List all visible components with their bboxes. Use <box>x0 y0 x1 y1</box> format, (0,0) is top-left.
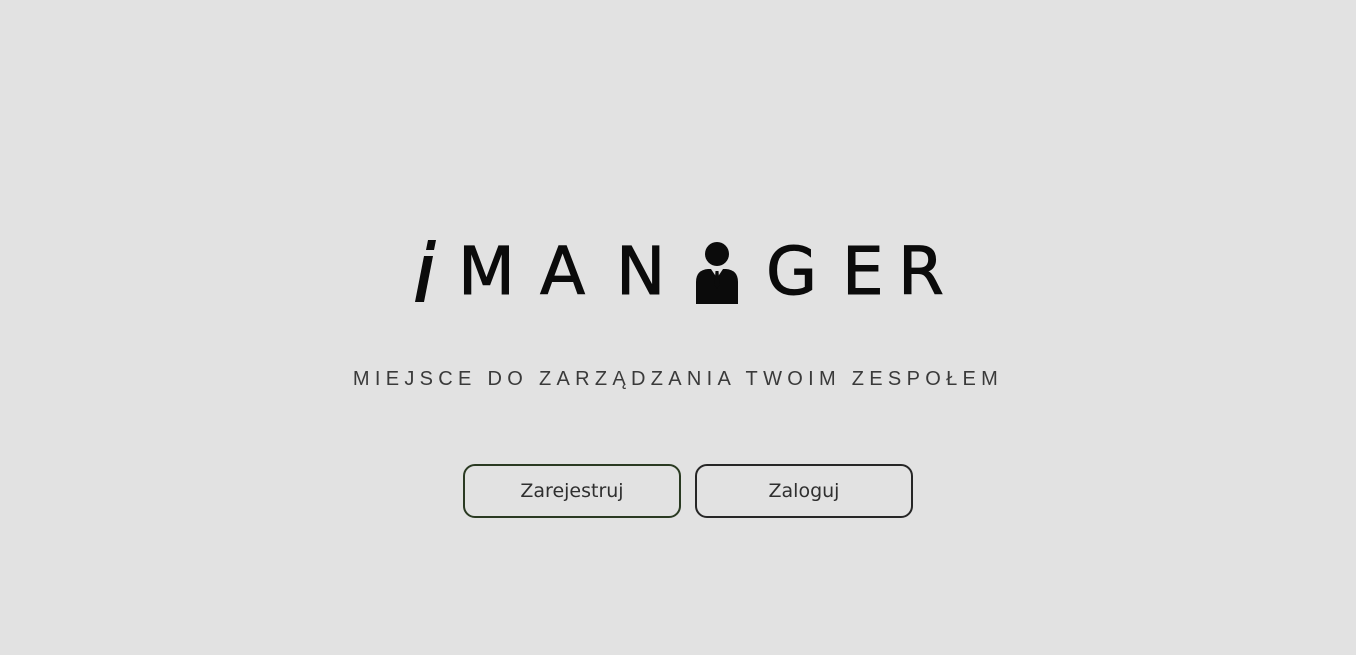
businessman-icon <box>696 242 738 304</box>
logo-letter-g: G <box>765 233 818 310</box>
app-logo: M A N G E R <box>412 233 952 310</box>
tagline: MIEJSCE DO ZARZĄDZANIA TWOIM ZESPOŁEM <box>352 368 1004 390</box>
logo-i-glyph <box>415 240 436 302</box>
logo-letter-r: R <box>898 233 945 310</box>
logo-letter-n: N <box>615 233 666 310</box>
login-button[interactable]: Zaloguj <box>695 464 913 518</box>
logo-letter-m: M <box>458 233 516 310</box>
register-button[interactable]: Zarejestruj <box>463 464 681 518</box>
logo-letter-a: A <box>539 233 586 310</box>
logo-letter-e: E <box>842 233 885 310</box>
